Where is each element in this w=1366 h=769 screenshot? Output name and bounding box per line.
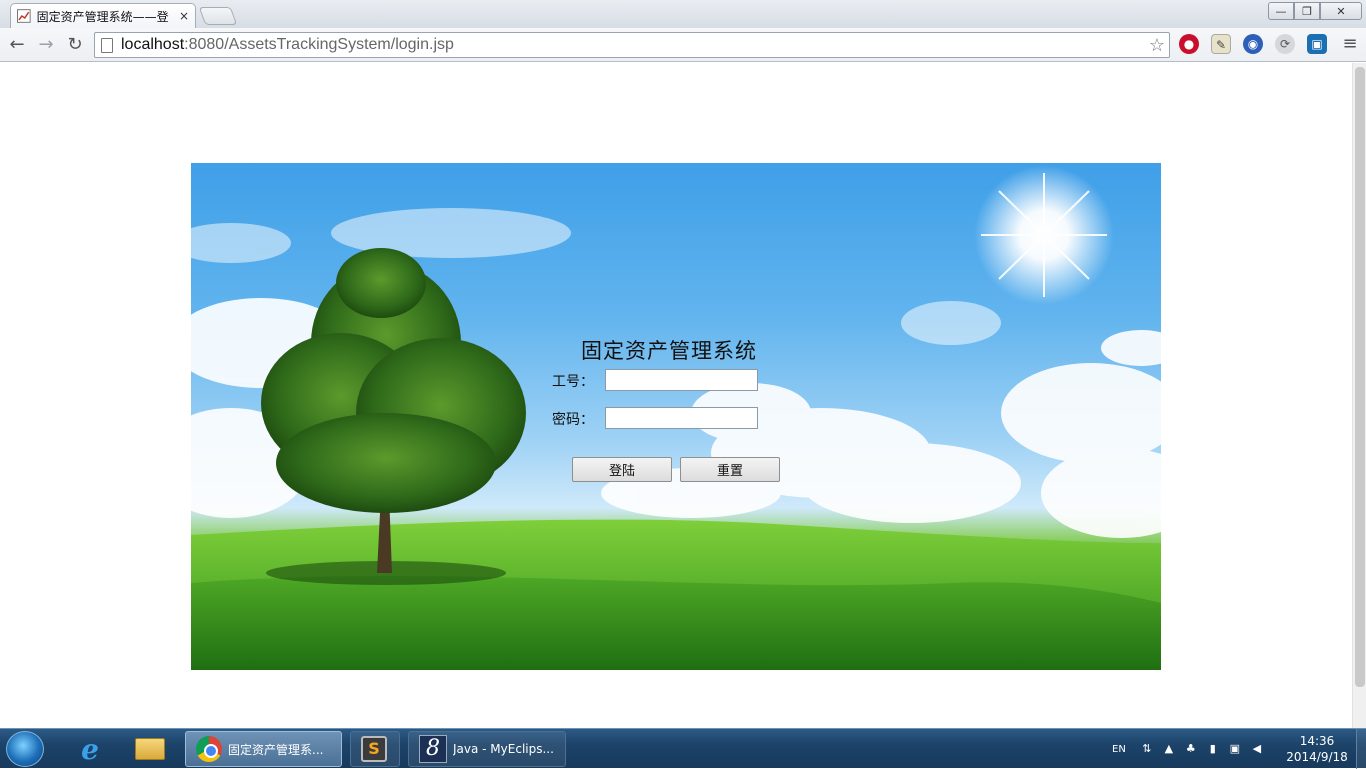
new-tab-button[interactable] bbox=[198, 7, 238, 25]
network-icon[interactable]: ▣ bbox=[1228, 742, 1242, 756]
tray-app-icon[interactable]: ♣ bbox=[1184, 742, 1198, 756]
password-input[interactable] bbox=[605, 407, 758, 429]
login-button[interactable]: 登陆 bbox=[572, 457, 672, 482]
bookmark-star-icon[interactable]: ☆ bbox=[1149, 35, 1165, 56]
login-banner: 固定资产管理系统 工号： 密码： 登陆 重置 bbox=[191, 163, 1161, 670]
page-viewport: 固定资产管理系统 工号： 密码： 登陆 重置 bbox=[0, 63, 1366, 728]
forward-button[interactable]: → bbox=[35, 34, 57, 56]
address-bar[interactable]: localhost:8080/AssetsTrackingSystem/logi… bbox=[94, 32, 1170, 58]
minimize-button[interactable]: — bbox=[1268, 2, 1294, 20]
chrome-icon bbox=[196, 736, 222, 762]
taskbar-clock[interactable]: 14:36 2014/9/18 bbox=[1282, 733, 1352, 765]
clock-time: 14:36 bbox=[1299, 734, 1335, 748]
tab-title: 固定资产管理系统——登 bbox=[36, 9, 169, 24]
language-indicator[interactable]: EN bbox=[1112, 744, 1126, 755]
system-tray: EN ⇅ ▲ ♣ ▮ ▣ ◀ bbox=[1112, 729, 1272, 769]
close-window-button[interactable]: ✕ bbox=[1320, 2, 1362, 20]
reset-button[interactable]: 重置 bbox=[680, 457, 780, 482]
show-hidden-icons-icon[interactable]: ▲ bbox=[1162, 742, 1176, 756]
sublime-text-icon: S bbox=[361, 736, 387, 762]
myeclipse-icon: 8 bbox=[419, 735, 447, 763]
internet-explorer-icon[interactable]: e bbox=[64, 732, 116, 766]
scrollbar-thumb[interactable] bbox=[1355, 67, 1365, 687]
windows-taskbar: e 固定资产管理系... S 8 Java - MyEclips... EN ⇅… bbox=[0, 728, 1366, 769]
adblock-icon[interactable]: ● bbox=[1179, 34, 1199, 54]
employee-id-input[interactable] bbox=[605, 369, 758, 391]
url-host: localhost bbox=[121, 36, 185, 53]
input-method-icon[interactable]: ⇅ bbox=[1140, 742, 1154, 756]
reload-button[interactable]: ↻ bbox=[64, 34, 86, 56]
show-desktop-button[interactable] bbox=[1356, 729, 1366, 769]
notes-extension-icon[interactable]: ✎ bbox=[1211, 34, 1231, 54]
taskbar-myeclipse-window[interactable]: 8 Java - MyEclips... bbox=[408, 731, 566, 767]
system-title: 固定资产管理系统 bbox=[581, 339, 757, 363]
maximize-button[interactable]: ❐ bbox=[1294, 2, 1320, 20]
start-button[interactable] bbox=[6, 731, 44, 767]
browser-tab[interactable]: 固定资产管理系统——登 × bbox=[10, 3, 196, 28]
password-label: 密码： bbox=[552, 412, 594, 428]
browser-titlebar: 固定资产管理系统——登 × — ❐ ✕ bbox=[0, 0, 1366, 28]
taskbar-task-label: 固定资产管理系... bbox=[228, 742, 324, 757]
tray-device-icon[interactable]: ▮ bbox=[1206, 742, 1220, 756]
clock-date: 2014/9/18 bbox=[1286, 750, 1348, 764]
page-icon bbox=[101, 37, 113, 53]
url-path: :8080/AssetsTrackingSystem/login.jsp bbox=[184, 36, 454, 53]
back-button[interactable]: ← bbox=[6, 34, 28, 56]
close-tab-icon[interactable]: × bbox=[179, 9, 189, 23]
taskbar-chrome-window[interactable]: 固定资产管理系... bbox=[185, 731, 342, 767]
globe-extension-icon[interactable]: ◉ bbox=[1243, 34, 1263, 54]
dictionary-extension-icon[interactable]: ▣ bbox=[1307, 34, 1327, 54]
employee-id-label: 工号： bbox=[552, 374, 594, 390]
file-explorer-icon[interactable] bbox=[124, 732, 176, 766]
chrome-menu-icon[interactable]: ≡ bbox=[1340, 34, 1360, 54]
sync-extension-icon[interactable]: ⟳ bbox=[1275, 34, 1295, 54]
taskbar-sublime-window[interactable]: S bbox=[350, 731, 400, 767]
vertical-scrollbar[interactable] bbox=[1352, 63, 1366, 728]
taskbar-task-label: Java - MyEclips... bbox=[453, 742, 554, 756]
chart-favicon-icon bbox=[17, 9, 31, 23]
volume-icon[interactable]: ◀ bbox=[1250, 742, 1264, 756]
browser-toolbar: ← → ↻ localhost:8080/AssetsTrackingSyste… bbox=[0, 28, 1366, 62]
